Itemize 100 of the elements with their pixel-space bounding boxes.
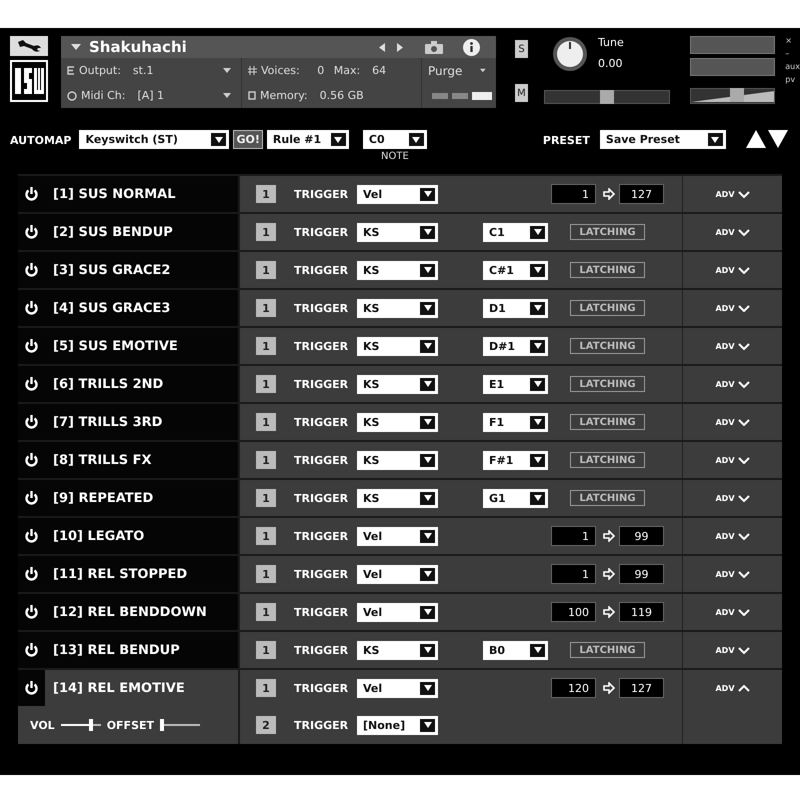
caret-icon[interactable] [334, 136, 342, 142]
trigger-type-dropdown[interactable]: Vel [357, 526, 438, 546]
trigger-type-dropdown[interactable]: Vel [357, 602, 438, 622]
range-from-field[interactable]: 100 [551, 602, 596, 622]
chevron-icon[interactable] [738, 494, 750, 502]
key-dropdown[interactable]: C1 [483, 222, 548, 242]
rule-dropdown[interactable]: Rule #1 [266, 130, 349, 149]
chevron-icon[interactable] [738, 608, 750, 616]
caret-icon[interactable] [534, 419, 542, 425]
caret-icon[interactable] [424, 647, 432, 653]
previous-icon[interactable] [379, 42, 385, 52]
key-dropdown[interactable]: F#1 [483, 450, 548, 470]
power-icon[interactable] [25, 225, 38, 239]
trigger-type-dropdown[interactable]: KS [357, 336, 438, 356]
range-from-field[interactable]: 1 [551, 184, 596, 204]
caret-icon[interactable] [412, 136, 420, 142]
power-icon[interactable] [25, 263, 38, 277]
caret-icon[interactable] [534, 647, 542, 653]
power-icon[interactable] [25, 453, 38, 467]
range-to-field[interactable]: 127 [619, 678, 664, 698]
trigger-number[interactable]: 1 [256, 527, 276, 545]
volume-slider[interactable] [690, 88, 776, 104]
caret-icon[interactable] [424, 381, 432, 387]
key-dropdown[interactable]: D#1 [483, 336, 548, 356]
advanced-toggle[interactable]: ADV [715, 605, 750, 619]
camera-icon[interactable] [425, 40, 443, 54]
trigger-type-dropdown[interactable]: KS [357, 298, 438, 318]
chevron-icon[interactable] [738, 570, 750, 578]
key-dropdown[interactable]: D1 [483, 298, 548, 318]
wrench-icon[interactable] [10, 36, 48, 56]
trigger-number[interactable]: 1 [256, 337, 276, 355]
trigger-number[interactable]: 1 [256, 451, 276, 469]
range-to-field[interactable]: 127 [619, 184, 664, 204]
chevron-icon[interactable] [738, 304, 750, 312]
automap-dropdown[interactable]: Keyswitch (ST) [79, 130, 230, 149]
chevron-icon[interactable] [738, 456, 750, 464]
power-icon[interactable] [25, 643, 38, 657]
trigger-number[interactable]: 1 [256, 223, 276, 241]
latching-button[interactable]: LATCHING [570, 414, 645, 430]
trigger-type-dropdown[interactable]: KS [357, 412, 438, 432]
trigger-number[interactable]: 1 [256, 261, 276, 279]
advanced-toggle[interactable]: ADV [715, 339, 750, 353]
caret-icon[interactable] [424, 685, 432, 691]
trigger-type-dropdown[interactable]: Vel [357, 564, 438, 584]
trigger-number[interactable]: 1 [256, 565, 276, 583]
solo-button[interactable]: S [515, 40, 528, 58]
power-icon[interactable] [25, 377, 38, 391]
advanced-toggle[interactable]: ADV [715, 491, 750, 505]
latching-button[interactable]: LATCHING [570, 490, 645, 506]
caret-icon[interactable] [534, 305, 542, 311]
range-from-field[interactable]: 1 [551, 526, 596, 546]
trigger-type-dropdown[interactable]: KS [357, 450, 438, 470]
caret-icon[interactable] [424, 343, 432, 349]
trigger-number[interactable]: 1 [256, 413, 276, 431]
caret-icon[interactable] [424, 571, 432, 577]
power-icon[interactable] [25, 339, 38, 353]
advanced-toggle[interactable]: ADV [715, 681, 750, 695]
caret-icon[interactable] [534, 381, 542, 387]
advanced-toggle[interactable]: ADV [715, 567, 750, 581]
advanced-toggle[interactable]: ADV [715, 301, 750, 315]
articulation-name[interactable]: [14] REL EMOTIVE [53, 680, 185, 696]
trigger-type-dropdown[interactable]: KS [357, 488, 438, 508]
caret-icon[interactable] [424, 609, 432, 615]
power-icon[interactable] [25, 415, 38, 429]
pan-slider[interactable] [544, 90, 670, 104]
chevron-icon[interactable] [738, 190, 750, 198]
trigger-number[interactable]: 1 [256, 489, 276, 507]
caret-icon[interactable] [424, 267, 432, 273]
caret-icon[interactable] [424, 229, 432, 235]
power-icon[interactable] [25, 605, 38, 619]
articulation-name[interactable]: [9] REPEATED [53, 490, 154, 506]
key-dropdown[interactable]: F1 [483, 412, 548, 432]
window-control[interactable]: × [785, 36, 800, 45]
key-dropdown[interactable]: B0 [483, 640, 548, 660]
advanced-toggle[interactable]: ADV [715, 415, 750, 429]
caret-icon[interactable] [424, 457, 432, 463]
latching-button[interactable]: LATCHING [570, 642, 645, 658]
advanced-toggle[interactable]: ADV [715, 377, 750, 391]
caret-icon[interactable] [480, 68, 486, 74]
caret-icon[interactable] [534, 229, 542, 235]
range-to-field[interactable]: 99 [619, 526, 664, 546]
latching-button[interactable]: LATCHING [570, 452, 645, 468]
latching-button[interactable]: LATCHING [570, 262, 645, 278]
trigger-type-dropdown[interactable]: KS [357, 222, 438, 242]
power-icon[interactable] [25, 567, 38, 581]
caret-icon[interactable] [534, 267, 542, 273]
power-icon[interactable] [25, 301, 38, 315]
range-from-field[interactable]: 120 [551, 678, 596, 698]
power-icon[interactable] [25, 491, 38, 505]
note-dropdown[interactable]: C0 [362, 130, 427, 149]
chevron-icon[interactable] [738, 342, 750, 350]
latching-button[interactable]: LATCHING [570, 300, 645, 316]
latching-button[interactable]: LATCHING [570, 376, 645, 392]
caret-icon[interactable] [424, 191, 432, 197]
trigger-number[interactable]: 1 [256, 641, 276, 659]
tune-knob[interactable] [552, 36, 588, 72]
articulation-name[interactable]: [8] TRILLS FX [53, 452, 152, 468]
trigger-type-dropdown[interactable]: KS [357, 374, 438, 394]
caret-icon[interactable] [424, 533, 432, 539]
trigger-number[interactable]: 1 [256, 375, 276, 393]
